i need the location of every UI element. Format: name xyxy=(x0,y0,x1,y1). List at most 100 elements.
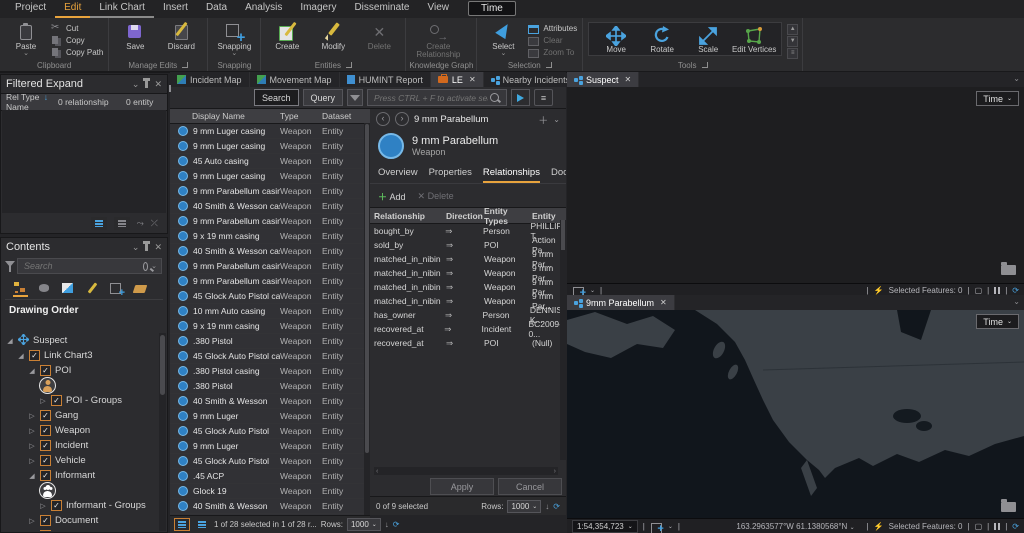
close-icon[interactable]: ✕ xyxy=(154,79,162,90)
layer-checkbox[interactable]: ✓ xyxy=(40,425,51,436)
layer-item-incident[interactable]: ▷ ✓ Incident xyxy=(2,438,159,453)
close-icon[interactable]: ✕ xyxy=(154,242,162,253)
layer-item-gang[interactable]: ▷ ✓ Gang xyxy=(2,408,159,423)
table-row[interactable]: 9 mm Luger Weapon Entity xyxy=(170,439,370,454)
list-by-selection-icon[interactable] xyxy=(61,281,76,296)
table-row[interactable]: 9 mm Parabellum casing Weapon Entity xyxy=(170,184,370,199)
grid-icon[interactable]: ▢ xyxy=(975,286,983,295)
layer-item-informant[interactable]: ◢ ✓ Informant xyxy=(2,468,159,483)
collapse-links-icon[interactable]: ⤫ xyxy=(151,218,158,229)
layer-checkbox[interactable]: ✓ xyxy=(40,365,51,376)
pin-icon[interactable] xyxy=(143,77,151,88)
tab-overview[interactable]: Overview xyxy=(378,165,418,183)
view-tab-le[interactable]: LE ✕ xyxy=(430,72,484,87)
menu-tab-project[interactable]: Project xyxy=(6,0,55,18)
refresh-icon[interactable]: ⟳ xyxy=(393,520,400,529)
folder-icon[interactable] xyxy=(1001,262,1016,275)
expand-links-icon[interactable]: ⤳ xyxy=(137,218,144,229)
run-search-button[interactable] xyxy=(511,89,531,106)
layer-checkbox[interactable]: ✓ xyxy=(51,500,62,511)
layer-item-gangactivity[interactable]: ▷✓GangActivity xyxy=(2,528,159,531)
column-type[interactable]: Type xyxy=(280,111,322,121)
add-tab-icon[interactable]: ＋ xyxy=(538,112,548,127)
map-canvas[interactable]: Time ⌄ xyxy=(567,310,1024,518)
layer-item-document[interactable]: ▷ ✓ Document xyxy=(2,513,159,528)
tab-9mm-parabellum[interactable]: 9mm Parabellum ✕ xyxy=(567,295,675,310)
rows-count-dropdown[interactable]: 1000 ⌄ xyxy=(507,499,542,513)
menu-tab-time[interactable]: Time xyxy=(467,1,516,16)
chevron-down-icon[interactable]: ⌄ xyxy=(1009,72,1024,87)
time-button[interactable]: Time ⌄ xyxy=(976,91,1019,106)
forward-button[interactable]: › xyxy=(395,112,409,126)
column-entity[interactable]: Entity xyxy=(528,211,566,221)
expand-icon[interactable]: ▷ xyxy=(28,517,36,525)
layer-item-weapon[interactable]: ▷ ✓ Weapon xyxy=(2,423,159,438)
collapse-icon[interactable]: ◢ xyxy=(17,352,25,360)
search-mode-button[interactable]: Search xyxy=(254,89,299,106)
save-button[interactable]: Save xyxy=(112,20,158,51)
back-button[interactable]: ‹ xyxy=(376,112,390,126)
download-icon[interactable]: ↓ xyxy=(385,520,389,529)
rotate-button[interactable]: Rotate xyxy=(639,24,685,54)
chevron-down-icon[interactable]: ⌄ xyxy=(553,115,560,124)
table-row[interactable]: 9 mm Parabellum casing Weapon Entity xyxy=(170,214,370,229)
tools-gallery-scroll[interactable]: ▲ ▼ ≡ xyxy=(787,24,799,59)
delete-button[interactable]: ✕ Delete xyxy=(356,20,402,51)
view-tab-incident-map[interactable]: Incident Map xyxy=(170,72,250,87)
zoom-to-button[interactable]: Zoom To xyxy=(528,47,577,58)
tab-properties[interactable]: Properties xyxy=(429,165,472,183)
table-row[interactable]: 40 Smith & Wesson Weapon Entity xyxy=(170,394,370,409)
dialog-launcher-icon[interactable] xyxy=(701,62,708,68)
collapse-icon[interactable]: ◢ xyxy=(28,472,36,480)
expand-icon[interactable]: ▷ xyxy=(28,457,36,465)
table-row[interactable]: 45 Glock Auto Pistol casingWeapon Entity xyxy=(170,349,370,364)
table-row[interactable]: 9 mm Luger casing Weapon Entity xyxy=(170,124,370,139)
cancel-button[interactable]: Cancel xyxy=(498,478,562,495)
tab-documents[interactable]: Documents xyxy=(551,165,566,183)
collapse-icon[interactable]: ◢ xyxy=(6,337,14,345)
table-row[interactable]: 9 mm Parabellum casing Weapon Entity xyxy=(170,274,370,289)
layer-checkbox[interactable]: ✓ xyxy=(29,350,40,361)
attributes-button[interactable]: Attributes xyxy=(528,23,577,34)
menu-tab-link-chart[interactable]: Link Chart xyxy=(90,0,154,18)
cut-button[interactable]: Cut xyxy=(51,22,103,34)
view-tab-humint-report[interactable]: HUMINT Report xyxy=(340,72,431,87)
layer-checkbox[interactable]: ✓ xyxy=(40,440,51,451)
dialog-launcher-icon[interactable] xyxy=(545,62,552,68)
close-icon[interactable]: ✕ xyxy=(625,75,632,84)
query-mode-button[interactable]: Query xyxy=(302,89,344,106)
link-chart-canvas[interactable]: Time ⌄ xyxy=(567,87,1024,283)
column-relationship[interactable]: Relationship xyxy=(370,211,442,221)
create-relationship-button[interactable]: Create Relationship xyxy=(409,20,467,60)
edit-vertices-button[interactable]: Edit Vertices xyxy=(731,24,777,54)
contents-scrollbar[interactable] xyxy=(159,333,166,531)
expand-icon[interactable]: ▷ xyxy=(39,397,47,405)
pin-icon[interactable] xyxy=(143,240,151,251)
folder-icon[interactable] xyxy=(1001,499,1016,512)
create-button[interactable]: Create xyxy=(264,20,310,51)
column-direction[interactable]: Direction xyxy=(442,211,483,221)
layer-checkbox[interactable]: ✓ xyxy=(40,410,51,421)
table-row[interactable]: 10 mm Auto casing Weapon Entity xyxy=(170,304,370,319)
relationship-row[interactable]: recovered_at ⇒ Incident BC2009-0... xyxy=(370,319,566,339)
graph-search-input[interactable] xyxy=(372,91,491,104)
table-row[interactable]: .380 Pistol casing Weapon Entity xyxy=(170,364,370,379)
table-row[interactable]: .380 Pistol Weapon Entity xyxy=(170,379,370,394)
column-rel-type-name[interactable]: Rel Type Name ↓ xyxy=(1,92,53,112)
close-icon[interactable]: ✕ xyxy=(660,298,667,307)
list-by-drawing-order-icon[interactable] xyxy=(13,280,28,297)
table-row[interactable]: 9 mm Luger casing Weapon Entity xyxy=(170,139,370,154)
form-view-icon[interactable] xyxy=(194,518,210,531)
menu-button[interactable]: ≡ xyxy=(534,89,554,106)
layer-checkbox[interactable]: ✓ xyxy=(40,470,51,481)
add-to-layout-icon[interactable] xyxy=(572,285,586,299)
layer-item-vehicle[interactable]: ▷ ✓ Vehicle xyxy=(2,453,159,468)
view-tab-nearby-incidents[interactable]: Nearby Incidents xyxy=(484,72,579,87)
tab-suspect[interactable]: Suspect ✕ xyxy=(567,72,640,87)
layer-checkbox[interactable]: ✓ xyxy=(51,395,62,406)
menu-tab-view[interactable]: View xyxy=(418,0,458,18)
layer-item-poi[interactable]: ◢ ✓ POI xyxy=(2,363,159,378)
delete-relationship-button[interactable]: ✕ Delete xyxy=(418,191,454,202)
table-row[interactable]: 45 Glock Auto Pistol Weapon Entity xyxy=(170,454,370,469)
table-row[interactable]: 40 Smith & Wesson Weapon Entity xyxy=(170,499,370,514)
